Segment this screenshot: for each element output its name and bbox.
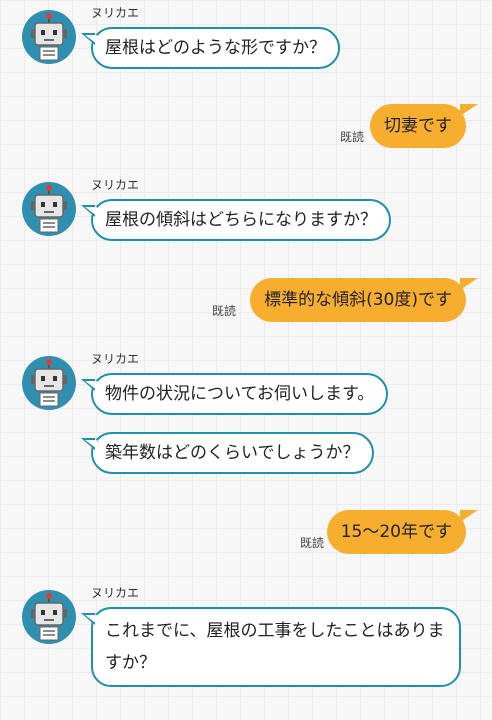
user-message-bubble: 標準的な傾斜(30度)です [250, 278, 478, 322]
user-message-row: 既読 標準的な傾斜(30度)です [206, 278, 478, 322]
user-message-row: 既読 15〜20年です [286, 510, 479, 554]
user-message-row: 既読 切妻です [276, 104, 478, 148]
chat-thread: ヌリカエ 屋根はどのような形ですか？ 既読 切妻です ヌリカエ 屋根の傾斜はどち… [0, 0, 492, 720]
read-receipt: 既読 [339, 130, 364, 144]
bot-message-group: ヌリカエ これまでに、屋根の工事をしたことはありますか？ [0, 586, 492, 696]
read-receipt: 既読 [211, 304, 236, 318]
read-receipt: 既読 [299, 536, 324, 550]
bot-message-group: ヌリカエ 物件の状況についてお伺いします。 築年数はどのくらいでしょうか？ [0, 352, 492, 492]
bot-name: ヌリカエ [91, 178, 140, 192]
robot-avatar-icon [22, 10, 76, 64]
bot-message-bubble: 屋根はどのような形ですか？ [81, 27, 340, 69]
robot-avatar-icon [22, 590, 76, 644]
bot-message-group: ヌリカエ 屋根はどのような形ですか？ [0, 6, 492, 76]
bot-name: ヌリカエ [91, 586, 140, 600]
user-message-bubble: 切妻です [370, 104, 478, 148]
bot-message-bubble: 築年数はどのくらいでしょうか？ [81, 432, 374, 474]
user-message-bubble: 15〜20年です [326, 510, 479, 554]
bot-message-group: ヌリカエ 屋根の傾斜はどちらになりますか？ [0, 178, 492, 248]
bot-name: ヌリカエ [91, 6, 140, 20]
bot-message-bubble: 物件の状況についてお伺いします。 [80, 373, 389, 415]
bot-name: ヌリカエ [91, 352, 140, 366]
bot-message-bubble: これまでに、屋根の工事をしたことはありますか？ [81, 607, 461, 687]
bot-message-bubble: 屋根の傾斜はどちらになりますか？ [81, 199, 391, 241]
robot-avatar-icon [22, 356, 76, 410]
robot-avatar-icon [22, 182, 76, 236]
